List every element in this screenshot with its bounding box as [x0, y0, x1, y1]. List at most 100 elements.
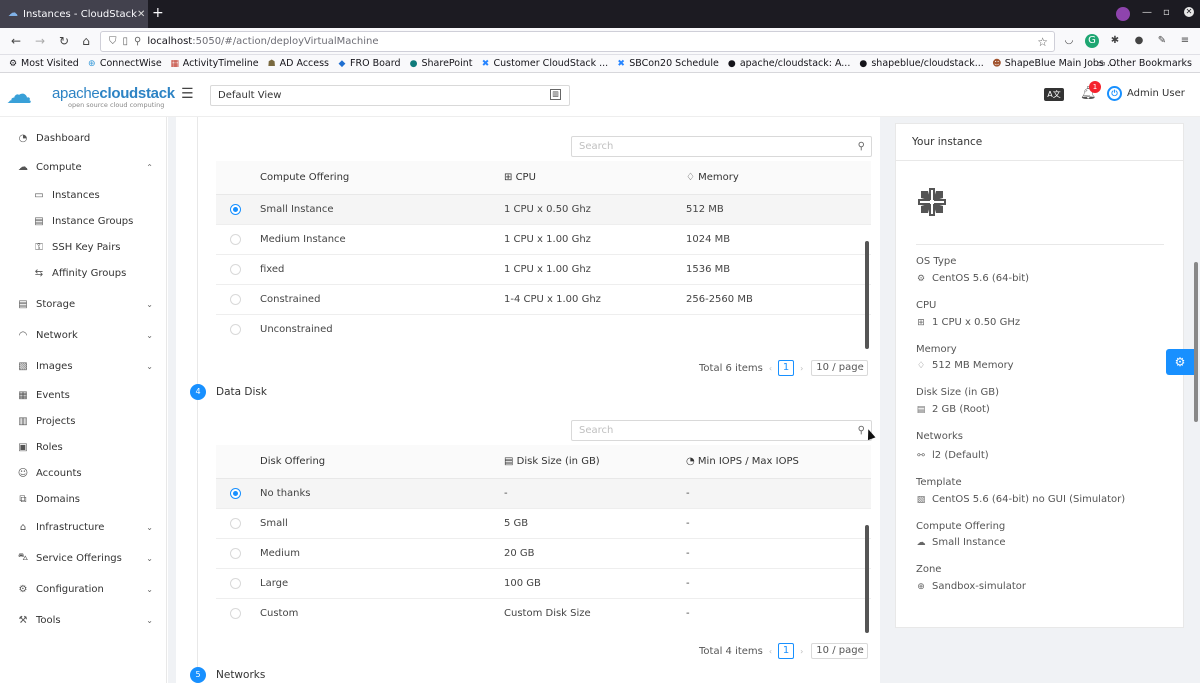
menu-icon[interactable]: ≡ — [1178, 34, 1192, 48]
restore-icon[interactable]: ▫ — [1163, 7, 1170, 18]
chevron-left-icon[interactable]: ‹ — [769, 364, 772, 373]
sharepoint-icon: ● — [409, 58, 418, 69]
step-number: 4 — [190, 384, 206, 400]
table-row[interactable]: Custom Custom Disk Size - — [216, 599, 871, 629]
table-row[interactable]: No thanks - - — [216, 479, 871, 509]
settings-gear-button[interactable]: ⚙ — [1166, 349, 1194, 375]
bookmark-sbcon20[interactable]: ✖ SBCon20 Schedule — [616, 58, 718, 69]
sidebar-item-ssh-key-pairs[interactable]: ⚿ SSH Key Pairs — [0, 235, 166, 259]
shield-icon[interactable]: ⛉ — [109, 36, 117, 47]
page-size-select[interactable]: 10 / page ⌄ — [811, 360, 869, 376]
sidebar-item-tools[interactable]: ⚒ Tools ⌄ — [0, 608, 166, 632]
minimize-icon[interactable]: — — [1142, 7, 1152, 18]
grammarly-icon[interactable]: G — [1085, 34, 1099, 48]
menu-fold-icon[interactable]: ☰ — [181, 86, 194, 102]
table-row[interactable]: fixed 1 CPU x 1.00 Ghz 1536 MB — [216, 255, 871, 285]
bookmark-shapeblue-cloudstack[interactable]: ● shapeblue/cloudstack... — [858, 58, 983, 69]
page-size-select[interactable]: 10 / page ⌄ — [811, 643, 869, 659]
url-bar[interactable]: ⛉ ▯ ⚲ localhost:5050/#/action/deployVirt… — [100, 31, 1055, 52]
table-scrollbar[interactable] — [865, 525, 869, 633]
sidebar-item-accounts[interactable]: ☺ Accounts — [0, 461, 166, 485]
page-scrollbar[interactable] — [1194, 262, 1198, 422]
row-radio[interactable] — [230, 548, 241, 559]
shopping-icon: ⛍ — [17, 551, 29, 563]
window-close-icon[interactable]: ✕ — [1184, 7, 1194, 17]
row-radio[interactable] — [230, 324, 241, 335]
extension-icon[interactable]: ✱ — [1108, 34, 1122, 48]
lastpass-icon[interactable]: ✎ — [1155, 34, 1169, 48]
url-host: localhost — [147, 36, 193, 47]
table-row[interactable]: Large 100 GB - — [216, 569, 871, 599]
user-name[interactable]: Admin User — [1127, 88, 1185, 99]
reload-icon[interactable]: ↻ — [56, 33, 72, 49]
compute-search-input[interactable]: Search ⚲ — [571, 136, 872, 157]
chevron-down-icon: ⌄ — [857, 647, 864, 655]
translate-icon[interactable]: A文 — [1044, 88, 1064, 101]
tab-close-icon[interactable]: ✕ — [137, 9, 145, 20]
bookmark-fro-board[interactable]: ◆ FRO Board — [337, 58, 401, 69]
pocket-icon[interactable]: ◡ — [1062, 34, 1076, 48]
chevron-down-icon: ⌄ — [146, 299, 153, 309]
bookmark-apache-cloudstack[interactable]: ● apache/cloudstack: A... — [727, 58, 850, 69]
power-icon[interactable]: ⏻ — [1107, 86, 1122, 101]
new-tab-icon[interactable]: + — [152, 5, 166, 21]
bookmark-sharepoint[interactable]: ● SharePoint — [409, 58, 473, 69]
sidebar-item-images[interactable]: ▧ Images ⌄ — [0, 354, 166, 378]
sidebar-item-infrastructure[interactable]: ⌂ Infrastructure ⌄ — [0, 515, 166, 539]
sidebar-item-configuration[interactable]: ⚙ Configuration ⌄ — [0, 577, 166, 601]
table-row[interactable]: Unconstrained — [216, 315, 871, 345]
bookmark-star-icon[interactable]: ☆ — [1037, 35, 1048, 49]
page-icon[interactable]: ▯ — [123, 36, 129, 47]
bookmark-ad-access[interactable]: ☗ AD Access — [267, 58, 329, 69]
sidebar-item-instance-groups[interactable]: ▤ Instance Groups — [0, 209, 166, 233]
disk-search-input[interactable]: Search ⚲ — [571, 420, 872, 441]
row-radio[interactable] — [230, 488, 241, 499]
back-icon[interactable]: ← — [8, 33, 24, 49]
cloudstack-logo[interactable]: ☁ apachecloudstack open source cloud com… — [6, 77, 175, 113]
sidebar-item-projects[interactable]: ▥ Projects — [0, 409, 166, 433]
tampermonkey-icon[interactable]: ● — [1132, 34, 1146, 48]
home-icon[interactable]: ⌂ — [78, 33, 94, 49]
sidebar-item-storage[interactable]: ▤ Storage ⌄ — [0, 292, 166, 316]
sidebar-item-compute[interactable]: ☁ Compute ⌃ — [0, 155, 166, 179]
table-row[interactable]: Medium Instance 1 CPU x 1.00 Ghz 1024 MB — [216, 225, 871, 255]
view-select[interactable]: Default View ▥ — [210, 85, 570, 106]
diamond-icon: ◆ — [338, 58, 346, 69]
row-radio[interactable] — [230, 578, 241, 589]
sidebar-item-domains[interactable]: ⧉ Domains — [0, 487, 166, 511]
row-radio[interactable] — [230, 204, 241, 215]
sidebar-item-dashboard[interactable]: ◔ Dashboard — [0, 126, 166, 150]
sidebar-item-service-offerings[interactable]: ⛍ Service Offerings ⌄ — [0, 546, 166, 570]
sidebar-item-network[interactable]: ◠ Network ⌄ — [0, 323, 166, 347]
table-row[interactable]: Small 5 GB - — [216, 509, 871, 539]
bookmark-most-visited[interactable]: ⚙ Most Visited — [8, 58, 79, 69]
bookmark-connectwise[interactable]: ⊕ ConnectWise — [87, 58, 162, 69]
chevron-right-icon[interactable]: › — [800, 647, 803, 656]
row-radio[interactable] — [230, 234, 241, 245]
sidebar-item-affinity-groups[interactable]: ⇆ Affinity Groups — [0, 261, 166, 285]
chevron-right-icon[interactable]: › — [800, 364, 803, 373]
sidebar-item-events[interactable]: ▦ Events — [0, 383, 166, 407]
table-row[interactable]: Constrained 1-4 CPU x 1.00 Ghz 256-2560 … — [216, 285, 871, 315]
offering-memory: 1024 MB — [686, 234, 731, 245]
bookmark-activitytimeline[interactable]: ▦ ActivityTimeline — [170, 58, 258, 69]
row-radio[interactable] — [230, 294, 241, 305]
row-radio[interactable] — [230, 518, 241, 529]
row-radio[interactable] — [230, 264, 241, 275]
chevron-left-icon[interactable]: ‹ — [769, 647, 772, 656]
sidebar-item-roles[interactable]: ▣ Roles — [0, 435, 166, 459]
other-bookmarks[interactable]: ▭ Other Bookmarks — [1096, 58, 1192, 69]
table-row[interactable]: Small Instance 1 CPU x 0.50 Ghz 512 MB — [216, 195, 871, 225]
connection-icon[interactable]: ⚲ — [134, 36, 141, 47]
bookmark-customer-cloudstack[interactable]: ✖ Customer CloudStack ... — [481, 58, 608, 69]
row-radio[interactable] — [230, 608, 241, 619]
search-icon[interactable]: ⚲ — [858, 137, 865, 156]
page-number[interactable]: 1 — [778, 360, 795, 376]
sidebar-item-instances[interactable]: ▭ Instances — [0, 183, 166, 207]
page-number[interactable]: 1 — [778, 643, 795, 659]
table-scrollbar[interactable] — [865, 241, 869, 349]
table-row[interactable]: Medium 20 GB - — [216, 539, 871, 569]
browser-tab[interactable]: ☁ Instances - CloudStack ✕ — [0, 0, 148, 28]
forward-icon[interactable]: → — [32, 33, 48, 49]
link-icon: ⚯ — [917, 450, 925, 461]
